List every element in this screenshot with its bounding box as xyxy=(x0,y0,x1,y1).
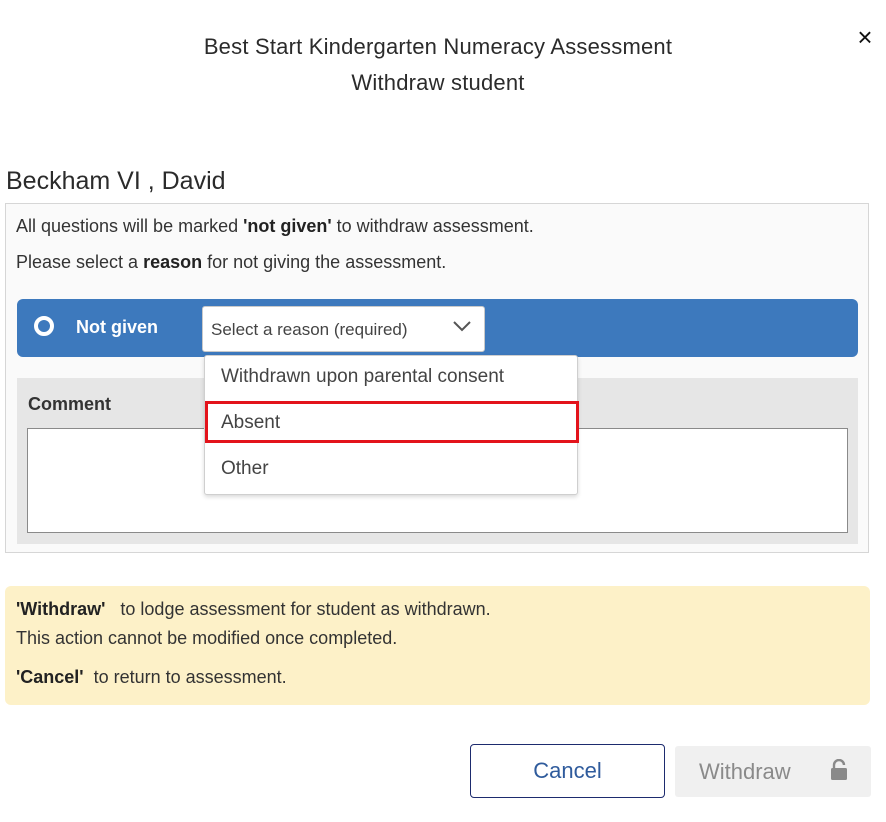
lock-icon xyxy=(831,759,847,780)
instruction-text: Please select a xyxy=(16,252,144,272)
notice-bold: 'Withdraw' xyxy=(16,599,106,619)
dialog-title: Best Start Kindergarten Numeracy Assessm… xyxy=(203,34,673,59)
radio-dot xyxy=(38,320,50,332)
notice-line-3: 'Cancel' to return to assessment. xyxy=(16,667,287,688)
highlight-box xyxy=(205,401,579,443)
chevron-down-icon[interactable] xyxy=(451,318,473,334)
reason-select-placeholder[interactable]: Select a reason (required) xyxy=(211,320,408,340)
instruction-text: to withdraw assessment. xyxy=(331,216,534,236)
withdraw-label: Withdraw xyxy=(699,759,791,784)
instruction-text: All questions will be marked xyxy=(16,216,244,236)
student-name: Beckham VI , David xyxy=(6,167,226,195)
not-given-radio[interactable] xyxy=(34,316,54,336)
instruction-line-1: All questions will be marked 'not given'… xyxy=(16,216,534,237)
instruction-line-2: Please select a reason for not giving th… xyxy=(16,252,446,273)
notice-text: to lodge assessment for student as withd… xyxy=(105,599,491,619)
instruction-bold: 'not given' xyxy=(243,216,332,236)
reason-option-other[interactable]: Other xyxy=(221,458,269,480)
notice-bold: 'Cancel' xyxy=(16,667,84,687)
notice-line-2: This action cannot be modified once comp… xyxy=(16,628,398,648)
not-given-label[interactable]: Not given xyxy=(76,317,158,338)
dialog-subtitle: Withdraw student xyxy=(351,70,525,95)
withdraw-button[interactable]: Withdraw xyxy=(675,746,871,797)
comment-label: Comment xyxy=(28,394,112,414)
reason-option-withdrawn[interactable]: Withdrawn upon parental consent xyxy=(221,366,504,388)
instruction-bold: reason xyxy=(143,252,203,272)
notice-line-1: 'Withdraw' to lodge assessment for stude… xyxy=(16,599,491,620)
notice-text: to return to assessment. xyxy=(83,667,287,687)
cancel-button[interactable]: Cancel xyxy=(470,744,665,798)
close-icon[interactable]: × xyxy=(850,22,880,52)
instruction-text: for not giving the assessment. xyxy=(202,252,447,272)
